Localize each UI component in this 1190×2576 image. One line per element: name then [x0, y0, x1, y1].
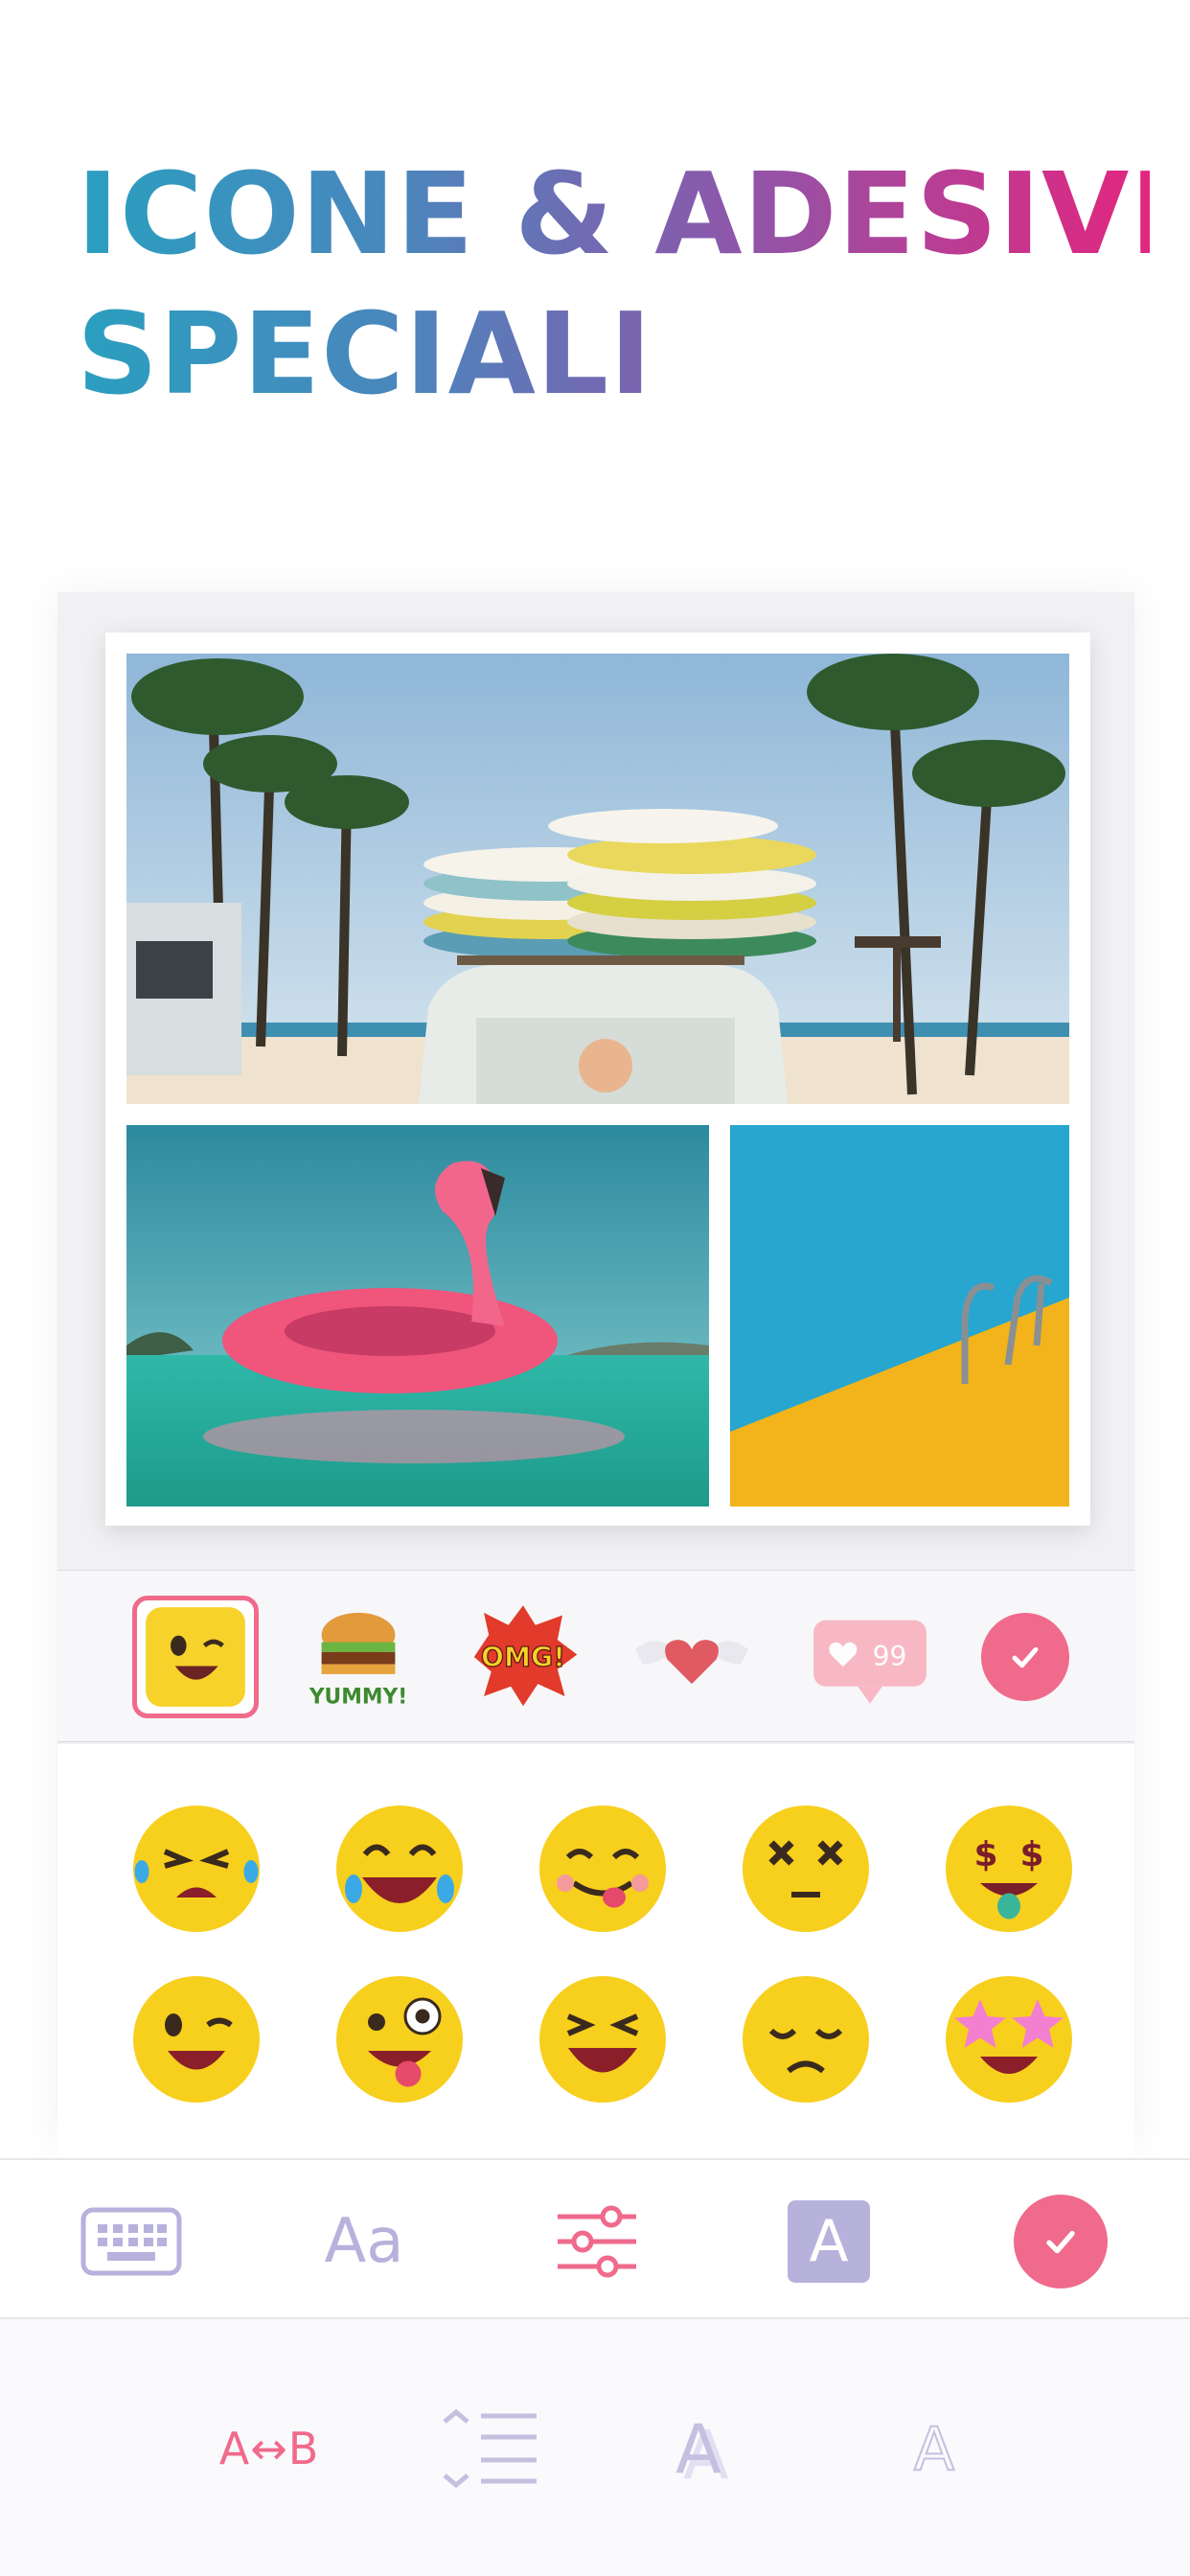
shadow-icon: A A	[675, 2410, 752, 2495]
swap-text-button[interactable]: A↔B	[207, 2405, 332, 2492]
star-struck-emoji[interactable]	[937, 1967, 1081, 2111]
crying-laughing-emoji[interactable]	[125, 1797, 268, 1941]
pool-ladder-photo[interactable]	[730, 1125, 1069, 1506]
omg-comic-sticker-text: OMG!	[481, 1642, 565, 1673]
svg-text:$: $	[1019, 1835, 1043, 1874]
line-spacing-button[interactable]	[439, 2405, 540, 2492]
zany-tongue-emoji[interactable]	[328, 1967, 471, 2111]
like-count-sticker[interactable]: 99	[807, 1596, 933, 1718]
winged-heart-sticker[interactable]	[629, 1596, 755, 1718]
money-mouth-emoji[interactable]: $ $	[937, 1797, 1081, 1941]
emoji-grid: $ $	[57, 1744, 1134, 2158]
text-options-bar: A↔B A A A	[0, 2319, 1190, 2576]
text-background-label: A	[788, 2200, 870, 2283]
wink-emoji-sticker[interactable]	[132, 1596, 259, 1718]
check-icon	[1012, 1646, 1039, 1668]
burger-yummy-sticker-text: YUMMY!	[309, 1686, 407, 1710]
text-background-button[interactable]: A	[788, 2198, 870, 2285]
line-spacing-icon	[443, 2408, 537, 2489]
pensive-emoji[interactable]	[734, 1967, 878, 2111]
headline-line-2: SPECIALI	[77, 288, 652, 420]
svg-text:$: $	[973, 1835, 997, 1874]
app-screen: ICONE & ADESIVI SPECIALI YUMMY! OMG! 99 …	[0, 0, 1190, 2576]
winking-emoji[interactable]	[125, 1967, 268, 2111]
sliders-icon	[558, 2205, 636, 2278]
text-outline-button[interactable]: A	[901, 2405, 968, 2492]
photo-collage[interactable]	[105, 632, 1090, 1526]
beach-van-surfboards-photo[interactable]	[126, 654, 1069, 1104]
like-count-text: 99	[873, 1641, 907, 1672]
omg-comic-sticker[interactable]: OMG!	[460, 1596, 586, 1718]
text-toolbar: Aa A	[0, 2158, 1190, 2319]
confirm-sticker-button[interactable]	[981, 1613, 1069, 1701]
sticker-tray: YUMMY! OMG! 99	[57, 1570, 1134, 1742]
pink-flamingo-float-photo[interactable]	[126, 1125, 709, 1506]
text-shadow-button[interactable]: A A	[671, 2405, 757, 2495]
shadow-label-front: A	[675, 2410, 721, 2489]
burger-yummy-sticker[interactable]: YUMMY!	[295, 1596, 422, 1718]
yum-tongue-emoji[interactable]	[531, 1797, 675, 1941]
grinning-squint-emoji[interactable]	[531, 1967, 675, 2111]
tears-of-joy-emoji[interactable]	[328, 1797, 471, 1941]
outline-label: A	[913, 2413, 955, 2485]
headline-line-1: ICONE & ADESIVI	[77, 148, 1174, 280]
dizzy-eyes-emoji[interactable]	[734, 1797, 878, 1941]
check-icon	[1046, 2230, 1075, 2254]
keyboard-icon	[80, 2207, 182, 2276]
adjust-button[interactable]	[556, 2198, 638, 2285]
confirm-text-button[interactable]	[1014, 2195, 1108, 2288]
font-button[interactable]: Aa	[316, 2198, 412, 2285]
keyboard-button[interactable]	[80, 2198, 182, 2285]
page-headline: ICONE & ADESIVI SPECIALI	[77, 144, 1150, 424]
